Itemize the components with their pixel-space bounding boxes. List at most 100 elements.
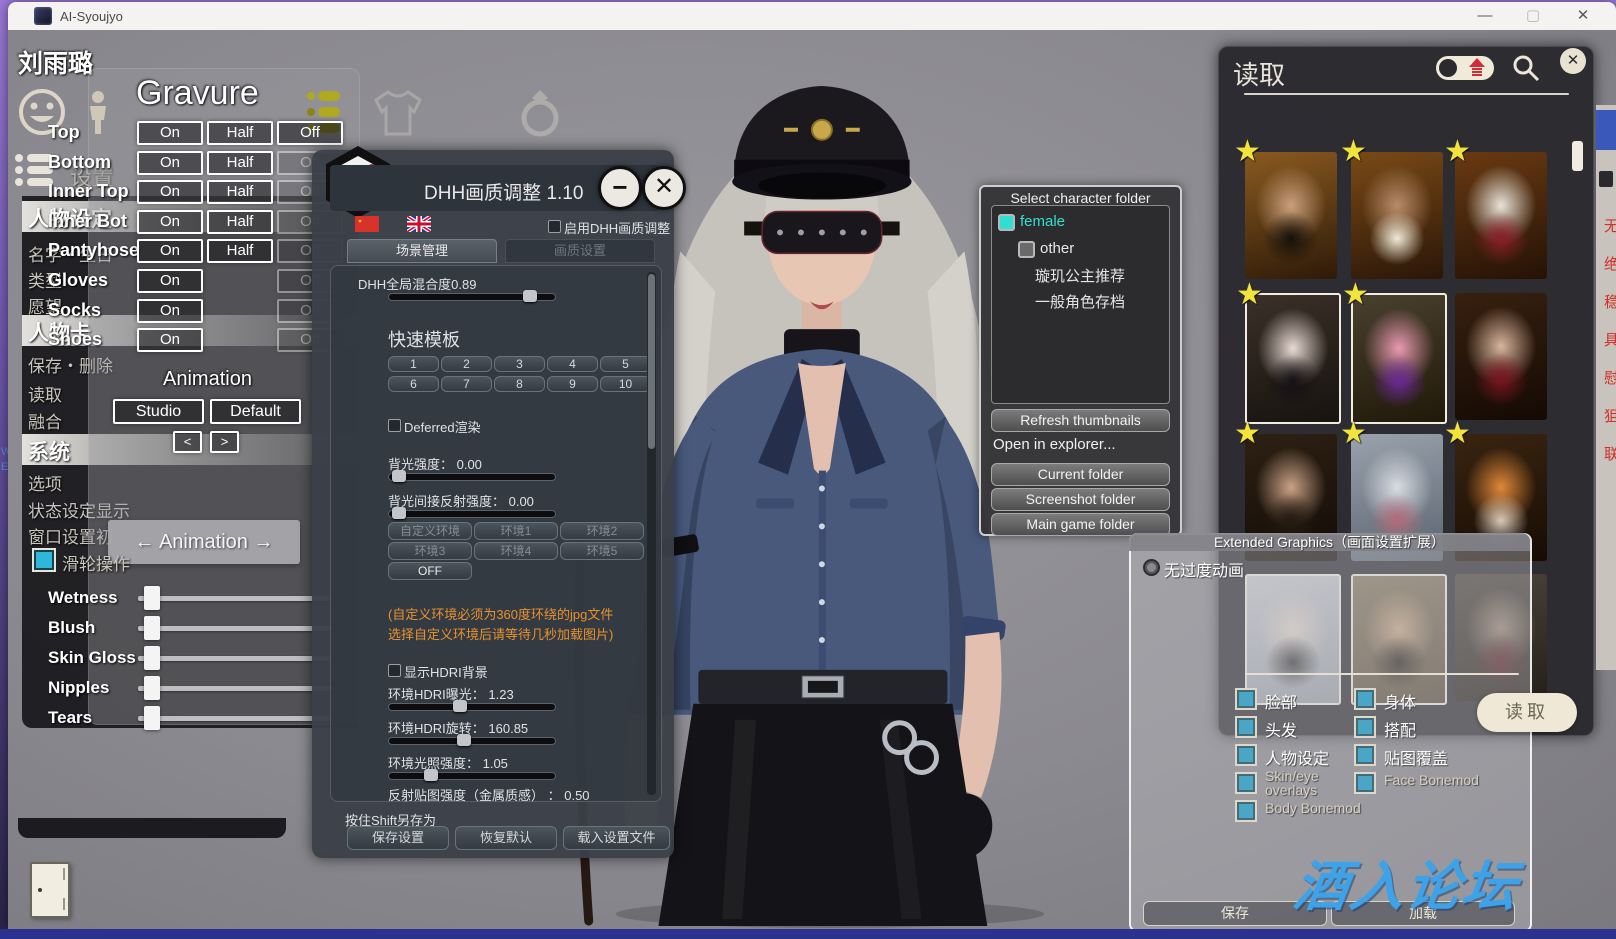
template-5-button[interactable]: 5 xyxy=(600,356,651,372)
sidebar-item-8[interactable]: 系统 xyxy=(28,436,70,466)
wetness-slider[interactable] xyxy=(138,596,334,601)
ext-checkbox-right-1[interactable] xyxy=(1354,716,1376,738)
dhh-action-2[interactable]: 载入设置文件 xyxy=(563,826,670,850)
uk-flag-icon[interactable] xyxy=(407,216,431,232)
blush-slider[interactable] xyxy=(138,626,334,631)
clothing-inner-top-half-button[interactable]: Half xyxy=(207,180,273,204)
template-10-button[interactable]: 10 xyxy=(600,376,651,392)
clothing-shoes-on-button[interactable]: On xyxy=(137,328,203,352)
character-thumbnail[interactable]: ★ xyxy=(1351,293,1447,424)
ext-checkbox-left-0[interactable] xyxy=(1235,688,1257,710)
folder-option-checkbox-other[interactable] xyxy=(1018,241,1035,258)
dhh-scrollbar[interactable] xyxy=(647,272,656,795)
character-thumbnail[interactable]: ★ xyxy=(1245,293,1341,424)
folder-option-other[interactable]: other xyxy=(1040,240,1074,257)
clothing-pantyhose-half-button[interactable]: Half xyxy=(207,239,273,263)
slider-handle[interactable] xyxy=(144,646,160,670)
dhh-close-button[interactable]: ✕ xyxy=(642,166,686,210)
slider-handle[interactable] xyxy=(144,706,160,730)
template-6-button[interactable]: 6 xyxy=(388,376,439,392)
hdri-exposure-handle[interactable] xyxy=(453,700,467,712)
clothing-bottom-half-button[interactable]: Half xyxy=(207,151,273,175)
env-button-4[interactable]: 环境4 xyxy=(474,542,558,560)
backlight-indirect-slider[interactable] xyxy=(388,510,556,518)
ext-checkbox-left-4[interactable] xyxy=(1235,800,1257,822)
ambient-intensity-handle[interactable] xyxy=(424,769,438,781)
hdri-rotation-handle[interactable] xyxy=(457,734,471,746)
ext-checkbox-left-3[interactable] xyxy=(1235,772,1257,794)
slider-handle[interactable] xyxy=(144,586,160,610)
load-card-button[interactable]: 读取 xyxy=(1477,693,1577,732)
animation-nav-button[interactable]: ← Animation → xyxy=(108,520,300,564)
person-icon[interactable] xyxy=(86,90,110,136)
folder-button-0[interactable]: Current folder xyxy=(991,463,1170,486)
sidebar-item-6[interactable]: 读取 xyxy=(28,381,62,406)
folder-link-0[interactable]: 璇玑公主推荐 xyxy=(1035,265,1125,286)
dhh-action-1[interactable]: 恢复默认 xyxy=(455,826,557,850)
load-scrollbar-handle[interactable] xyxy=(1572,141,1583,171)
clothing-inner-top-on-button[interactable]: On xyxy=(137,180,203,204)
skin-gloss-slider[interactable] xyxy=(138,656,334,661)
tears-slider[interactable] xyxy=(138,716,334,721)
folder-option-female[interactable]: female xyxy=(1020,213,1065,230)
sidebar-item-9[interactable]: 选项 xyxy=(28,470,62,495)
clothing-top-on-button[interactable]: On xyxy=(137,121,203,145)
tab-scene-manage[interactable]: 场景管理 xyxy=(347,239,497,263)
deferred-checkbox[interactable] xyxy=(388,419,401,432)
clothing-socks-on-button[interactable]: On xyxy=(137,299,203,323)
exit-door-icon[interactable] xyxy=(30,862,70,918)
slider-handle[interactable] xyxy=(144,676,160,700)
character-thumbnail[interactable]: ★ xyxy=(1351,152,1443,279)
china-flag-icon[interactable] xyxy=(355,216,379,232)
env-button-0[interactable]: 自定义环境 xyxy=(388,522,472,540)
template-9-button[interactable]: 9 xyxy=(547,376,598,392)
studio-button[interactable]: Studio xyxy=(113,399,204,424)
folder-link-1[interactable]: 一般角色存档 xyxy=(1035,291,1125,312)
dhh-minimize-button[interactable]: − xyxy=(598,166,642,210)
clothing-inner-bot-on-button[interactable]: On xyxy=(137,210,203,234)
clothing-bottom-on-button[interactable]: On xyxy=(137,151,203,175)
global-mix-slider[interactable] xyxy=(388,293,556,301)
folder-option-checkbox-female[interactable] xyxy=(998,214,1015,231)
load-close-icon[interactable]: ✕ xyxy=(1560,48,1586,74)
ext-checkbox-right-2[interactable] xyxy=(1354,744,1376,766)
search-icon[interactable] xyxy=(1511,53,1541,83)
backlight-indirect-handle[interactable] xyxy=(392,507,406,519)
sidebar-item-7[interactable]: 融合 xyxy=(28,408,62,433)
ext-checkbox-left-1[interactable] xyxy=(1235,716,1257,738)
character-thumbnail[interactable]: ★ xyxy=(1245,152,1337,279)
env-button-5[interactable]: 环境5 xyxy=(560,542,644,560)
hdri-exposure-slider[interactable] xyxy=(388,703,556,711)
wheel-checkbox[interactable] xyxy=(32,548,56,572)
hdri-rotation-slider[interactable] xyxy=(388,737,556,745)
env-button-2[interactable]: 环境2 xyxy=(560,522,644,540)
backlight-handle[interactable] xyxy=(392,470,406,482)
template-3-button[interactable]: 3 xyxy=(494,356,545,372)
hdri-bg-checkbox[interactable] xyxy=(388,664,401,677)
clothing-inner-bot-half-button[interactable]: Half xyxy=(207,210,273,234)
no-transition-anim-radio[interactable] xyxy=(1143,559,1160,576)
ambient-intensity-slider[interactable] xyxy=(388,772,556,780)
clothing-top-half-button[interactable]: Half xyxy=(207,121,273,145)
clothing-gloves-on-button[interactable]: On xyxy=(137,269,203,293)
global-mix-handle[interactable] xyxy=(523,290,537,302)
nipples-slider[interactable] xyxy=(138,686,334,691)
dhh-scrollbar-handle[interactable] xyxy=(648,274,655,449)
tab-quality-settings[interactable]: 画质设置 xyxy=(505,239,655,263)
prev-button[interactable]: < xyxy=(173,431,202,453)
character-thumbnail[interactable] xyxy=(1455,293,1547,420)
clothing-pantyhose-on-button[interactable]: On xyxy=(137,239,203,263)
ext-checkbox-right-0[interactable] xyxy=(1354,688,1376,710)
template-1-button[interactable]: 1 xyxy=(388,356,439,372)
slider-handle[interactable] xyxy=(144,616,160,640)
template-2-button[interactable]: 2 xyxy=(441,356,492,372)
folder-button-1[interactable]: Screenshot folder xyxy=(991,488,1170,511)
dhh-enable-checkbox[interactable] xyxy=(548,220,561,233)
ext-checkbox-right-3[interactable] xyxy=(1354,772,1376,794)
clothing-top-off-button[interactable]: Off xyxy=(277,121,343,145)
dhh-action-0[interactable]: 保存设置 xyxy=(347,826,449,850)
template-7-button[interactable]: 7 xyxy=(441,376,492,392)
template-4-button[interactable]: 4 xyxy=(547,356,598,372)
next-button[interactable]: > xyxy=(210,431,239,453)
favorite-upload-toggle[interactable] xyxy=(1436,56,1494,80)
